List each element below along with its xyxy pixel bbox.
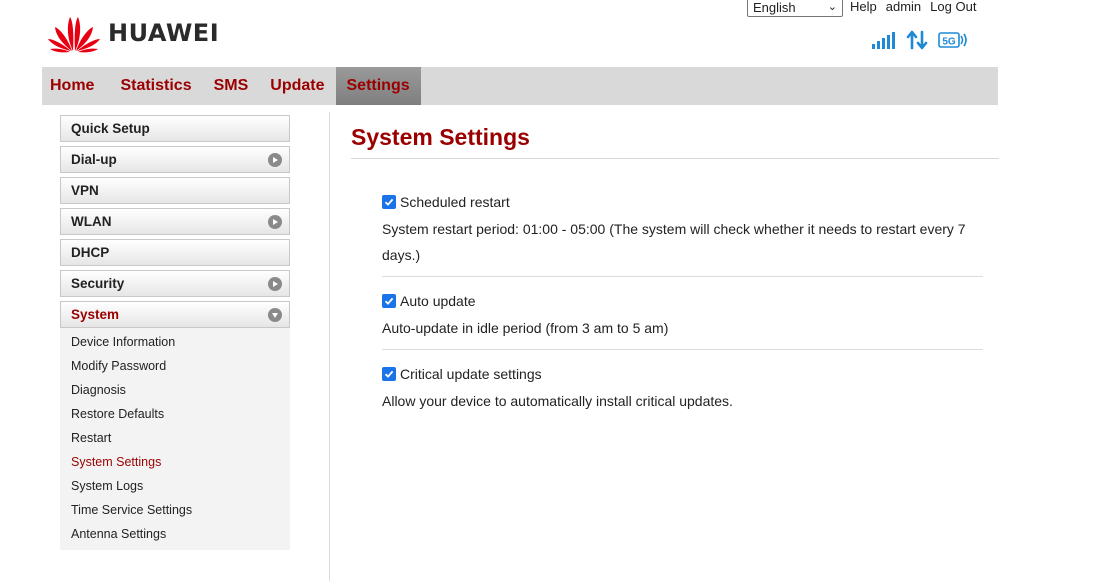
- nav-statistics[interactable]: Statistics: [109, 67, 202, 105]
- sidebar-item-system[interactable]: System: [60, 301, 290, 328]
- submenu-device-information[interactable]: Device Information: [60, 330, 290, 354]
- nav-settings[interactable]: Settings: [335, 67, 421, 105]
- sidebar-item-label: Quick Setup: [71, 121, 150, 136]
- setting-auto-update: Auto update Auto-update in idle period (…: [382, 292, 983, 341]
- sidebar-item-label: WLAN: [71, 214, 112, 229]
- sidebar-item-dial-up[interactable]: Dial-up: [60, 146, 290, 173]
- chevron-right-icon: [268, 277, 282, 291]
- auto-update-desc: Auto-update in idle period (from 3 am to…: [382, 320, 669, 336]
- sidebar-item-label: Dial-up: [71, 152, 117, 167]
- separator: [382, 349, 983, 350]
- submenu-restart[interactable]: Restart: [60, 426, 290, 450]
- submenu-time-service-settings[interactable]: Time Service Settings: [60, 498, 290, 522]
- signal-strength-icon: [872, 32, 895, 49]
- sidebar-item-wlan[interactable]: WLAN: [60, 208, 290, 235]
- huawei-petal-logo-icon: [48, 17, 100, 53]
- sidebar-item-security[interactable]: Security: [60, 270, 290, 297]
- chevron-right-icon: [268, 153, 282, 167]
- auto-update-label: Auto update: [400, 293, 476, 309]
- nav-sms[interactable]: SMS: [203, 67, 260, 105]
- language-select[interactable]: English ⌄: [747, 0, 843, 17]
- network-label: 5G: [942, 37, 956, 48]
- submenu-system-settings[interactable]: System Settings: [60, 450, 290, 474]
- auto-update-checkbox[interactable]: [382, 294, 396, 308]
- scheduled-restart-label: Scheduled restart: [400, 194, 510, 210]
- critical-update-desc: Allow your device to automatically insta…: [382, 393, 733, 409]
- sidebar-item-label: Security: [71, 276, 125, 291]
- submenu-system-logs[interactable]: System Logs: [60, 474, 290, 498]
- submenu-modify-password[interactable]: Modify Password: [60, 354, 290, 378]
- checkmark-icon: [384, 297, 394, 305]
- submenu-diagnosis[interactable]: Diagnosis: [60, 378, 290, 402]
- separator: [382, 276, 983, 277]
- admin-link[interactable]: admin: [886, 0, 921, 14]
- main-content: System Settings Scheduled restart System…: [351, 124, 999, 409]
- critical-update-checkbox[interactable]: [382, 367, 396, 381]
- sidebar-item-label: DHCP: [71, 245, 110, 260]
- critical-update-label: Critical update settings: [400, 366, 542, 382]
- help-link[interactable]: Help: [850, 0, 877, 14]
- data-transfer-arrows-icon: [906, 30, 928, 50]
- chevron-down-icon: ⌄: [827, 1, 837, 13]
- huawei-logo: HUAWEI: [46, 13, 219, 53]
- sidebar-item-label: System: [71, 307, 120, 322]
- setting-critical-update: Critical update settings Allow your devi…: [382, 365, 983, 414]
- vertical-divider: [329, 112, 330, 581]
- sidebar-item-label: VPN: [71, 183, 99, 198]
- checkmark-icon: [384, 370, 394, 378]
- scheduled-restart-desc: System restart period: 01:00 - 05:00 (Th…: [382, 221, 966, 237]
- brand-name: HUAWEI: [108, 19, 220, 47]
- chevron-right-icon: [268, 215, 282, 229]
- sidebar-item-dhcp[interactable]: DHCP: [60, 239, 290, 266]
- nav-home[interactable]: Home: [42, 67, 109, 105]
- main-nav: Home Statistics SMS Update Settings: [42, 67, 998, 105]
- top-links: Help admin Log Out: [850, 0, 976, 14]
- sidebar: Quick Setup Dial-up VPN WLAN DHCP Securi…: [60, 115, 290, 550]
- page-title: System Settings: [351, 124, 999, 159]
- sidebar-item-vpn[interactable]: VPN: [60, 177, 290, 204]
- nav-update[interactable]: Update: [259, 67, 335, 105]
- language-select-value: English: [753, 0, 796, 15]
- status-icons: 5G: [872, 30, 968, 50]
- 5g-network-icon: 5G: [938, 32, 967, 48]
- chevron-down-icon: [268, 308, 282, 322]
- setting-scheduled-restart: Scheduled restart System restart period:…: [382, 193, 983, 268]
- sidebar-item-quick-setup[interactable]: Quick Setup: [60, 115, 290, 142]
- checkmark-icon: [384, 198, 394, 206]
- submenu-restore-defaults[interactable]: Restore Defaults: [60, 402, 290, 426]
- submenu-antenna-settings[interactable]: Antenna Settings: [60, 522, 290, 546]
- scheduled-restart-desc-cont: days.): [382, 247, 421, 263]
- system-submenu: Device Information Modify Password Diagn…: [60, 328, 290, 550]
- scheduled-restart-checkbox[interactable]: [382, 195, 396, 209]
- logout-link[interactable]: Log Out: [930, 0, 976, 14]
